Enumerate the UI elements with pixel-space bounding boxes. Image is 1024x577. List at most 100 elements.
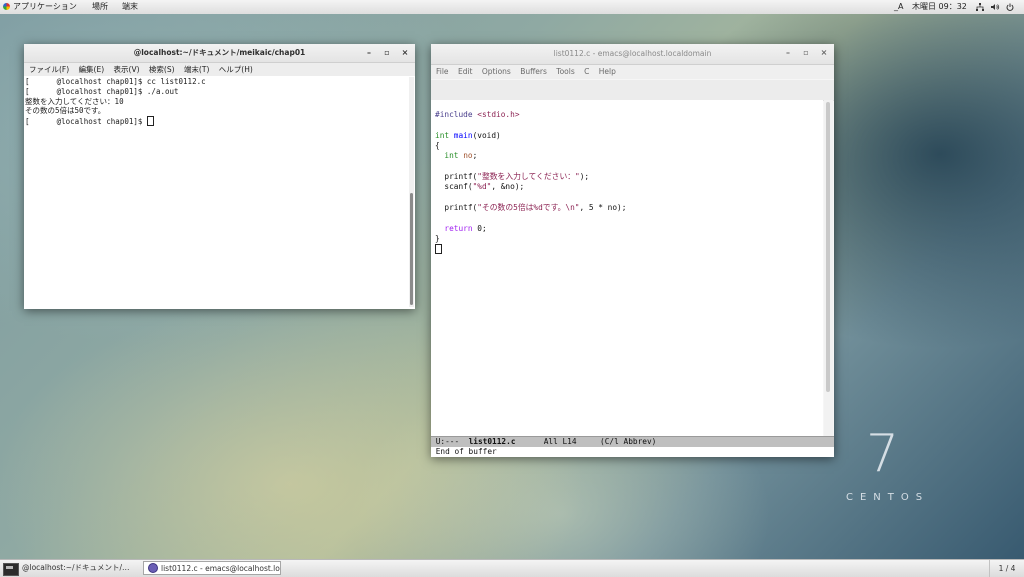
code-token: );: [579, 172, 590, 182]
keyboard-layout-indicator[interactable]: _A: [894, 0, 903, 14]
top-panel: アプリケーション 場所 端末 _A 木曜日 09：32: [0, 0, 1024, 15]
code-line: {: [435, 141, 827, 151]
modeline-status: U:---: [435, 437, 460, 446]
terminal-app-menu[interactable]: 端末: [122, 0, 138, 14]
emacs-echo-area[interactable]: End of buffer: [431, 447, 834, 457]
maximize-button[interactable]: ▫: [382, 48, 392, 58]
code-token: scanf(: [444, 182, 473, 192]
applications-menu[interactable]: アプリケーション: [3, 0, 77, 14]
code-token: ;: [472, 151, 478, 161]
terminal-line: 整数を入力してください：10: [25, 96, 124, 106]
menu-c[interactable]: C: [584, 67, 589, 76]
code-token: , &no);: [491, 182, 525, 192]
terminal-output[interactable]: [ @localhost chap01]$ cc list0112.c [ @lo…: [25, 77, 410, 307]
terminal-line: [ @localhost chap01]$ cc list0112.c: [25, 77, 206, 86]
code-token: #include: [435, 110, 473, 120]
taskbar-item-label: list0112.c - emacs@localhost.locald…: [161, 564, 280, 573]
modeline-mode[interactable]: (C/l Abbrev): [600, 437, 656, 446]
minimize-button[interactable]: –: [364, 48, 374, 58]
terminal-menubar: ファイル(F) 編集(E) 表示(V) 検索(S) 端末(T) ヘルプ(H): [24, 63, 415, 76]
emacs-scrollbar-thumb[interactable]: [826, 102, 830, 392]
code-line: }: [435, 234, 827, 244]
modeline-buffer-name[interactable]: list0112.c: [469, 437, 516, 446]
code-token: <stdio.h>: [477, 110, 520, 120]
emacs-titlebar[interactable]: list0112.c - emacs@localhost.localdomain…: [431, 44, 834, 65]
code-token: main: [453, 130, 473, 140]
maximize-button[interactable]: ▫: [801, 48, 811, 58]
minimize-button[interactable]: –: [783, 48, 793, 58]
places-menu[interactable]: 場所: [92, 0, 108, 14]
code-token: no: [463, 151, 473, 161]
code-token: printf(: [444, 172, 478, 182]
menu-edit[interactable]: 編集(E): [79, 65, 105, 74]
terminal-titlebar[interactable]: @localhost:~/ドキュメント/meikaic/chap01 – ▫ ×: [24, 44, 415, 63]
show-desktop-button[interactable]: [3, 563, 19, 576]
taskbar-item-label: @localhost:~/ドキュメント/…: [22, 563, 130, 572]
terminal-title: @localhost:~/ドキュメント/meikaic/chap01: [133, 48, 306, 57]
menu-view[interactable]: 表示(V): [114, 65, 140, 74]
code-line: printf("その数の5倍は%dです。\n", 5 * no);: [435, 203, 827, 213]
power-icon[interactable]: [1006, 3, 1014, 11]
code-token: int: [435, 130, 450, 140]
code-line: int main(void): [435, 131, 827, 141]
emacs-icon: [148, 563, 158, 573]
terminal-line: その数の5倍は50です。: [25, 106, 106, 116]
code-token: "%d": [472, 182, 492, 192]
menu-search[interactable]: 検索(S): [149, 65, 175, 74]
bottom-taskbar: @localhost:~/ドキュメント/… list0112.c - emacs…: [0, 559, 1024, 577]
code-line: scanf("%d", &no);: [435, 182, 827, 192]
code-token: int: [444, 151, 459, 161]
terminal-scrollbar-thumb[interactable]: [410, 193, 413, 305]
clock[interactable]: 木曜日 09：32: [912, 0, 967, 14]
emacs-toolbar: [431, 80, 834, 101]
taskbar-item-terminal[interactable]: @localhost:~/ドキュメント/…: [18, 561, 142, 575]
menu-file[interactable]: File: [436, 67, 449, 76]
emacs-menubar: File Edit Options Buffers Tools C Help: [431, 65, 834, 79]
centos-logo-number: 7: [866, 424, 900, 484]
close-button[interactable]: ×: [819, 48, 829, 58]
centos-logo-text: CENTOS: [846, 492, 930, 503]
emacs-modeline: U:--- list0112.c All L14 (C/l Abbrev): [431, 436, 834, 447]
emacs-scrollbar[interactable]: [824, 100, 833, 436]
modeline-position: All L14: [543, 437, 577, 446]
code-line: int no;: [435, 151, 827, 161]
close-button[interactable]: ×: [400, 48, 410, 58]
network-icon[interactable]: [976, 3, 984, 11]
menu-file[interactable]: ファイル(F): [29, 65, 69, 74]
menu-help[interactable]: Help: [599, 67, 616, 76]
menu-edit[interactable]: Edit: [458, 67, 473, 76]
terminal-window[interactable]: @localhost:~/ドキュメント/meikaic/chap01 – ▫ ×…: [24, 44, 415, 309]
menu-tools[interactable]: Tools: [556, 67, 574, 76]
emacs-cursor: [435, 244, 442, 255]
taskbar-item-emacs[interactable]: list0112.c - emacs@localhost.locald…: [143, 561, 281, 575]
code-token: return: [444, 223, 473, 233]
code-line: return 0;: [435, 224, 827, 234]
volume-icon[interactable]: [991, 3, 1000, 11]
code-token: (void): [472, 130, 501, 140]
code-token: 0;: [477, 223, 487, 233]
terminal-cursor: [146, 116, 154, 127]
terminal-prompt-line: [ @localhost chap01]$: [25, 116, 410, 127]
code-line: [435, 244, 827, 255]
emacs-window[interactable]: list0112.c - emacs@localhost.localdomain…: [431, 44, 834, 457]
echo-message: End of buffer: [435, 447, 497, 456]
workspace-indicator[interactable]: 1 / 4: [989, 560, 1024, 577]
menu-options[interactable]: Options: [482, 67, 511, 76]
terminal-prompt: [ @localhost chap01]$: [25, 117, 147, 127]
code-token: }: [435, 233, 440, 243]
code-token: "その数の5倍は%dです。\n": [477, 202, 580, 212]
menu-buffers[interactable]: Buffers: [520, 67, 547, 76]
emacs-title: list0112.c - emacs@localhost.localdomain: [553, 49, 712, 58]
menu-help[interactable]: ヘルプ(H): [219, 65, 253, 74]
terminal-scrollbar[interactable]: [409, 77, 414, 307]
emacs-editor[interactable]: #include <stdio.h> int main(void) { int n…: [431, 100, 823, 436]
code-token: , 5 * no);: [579, 202, 627, 212]
code-token: "整数を入力してください：": [477, 172, 580, 182]
menu-terminal[interactable]: 端末(T): [184, 65, 209, 74]
applications-menu-label: アプリケーション: [13, 2, 77, 11]
